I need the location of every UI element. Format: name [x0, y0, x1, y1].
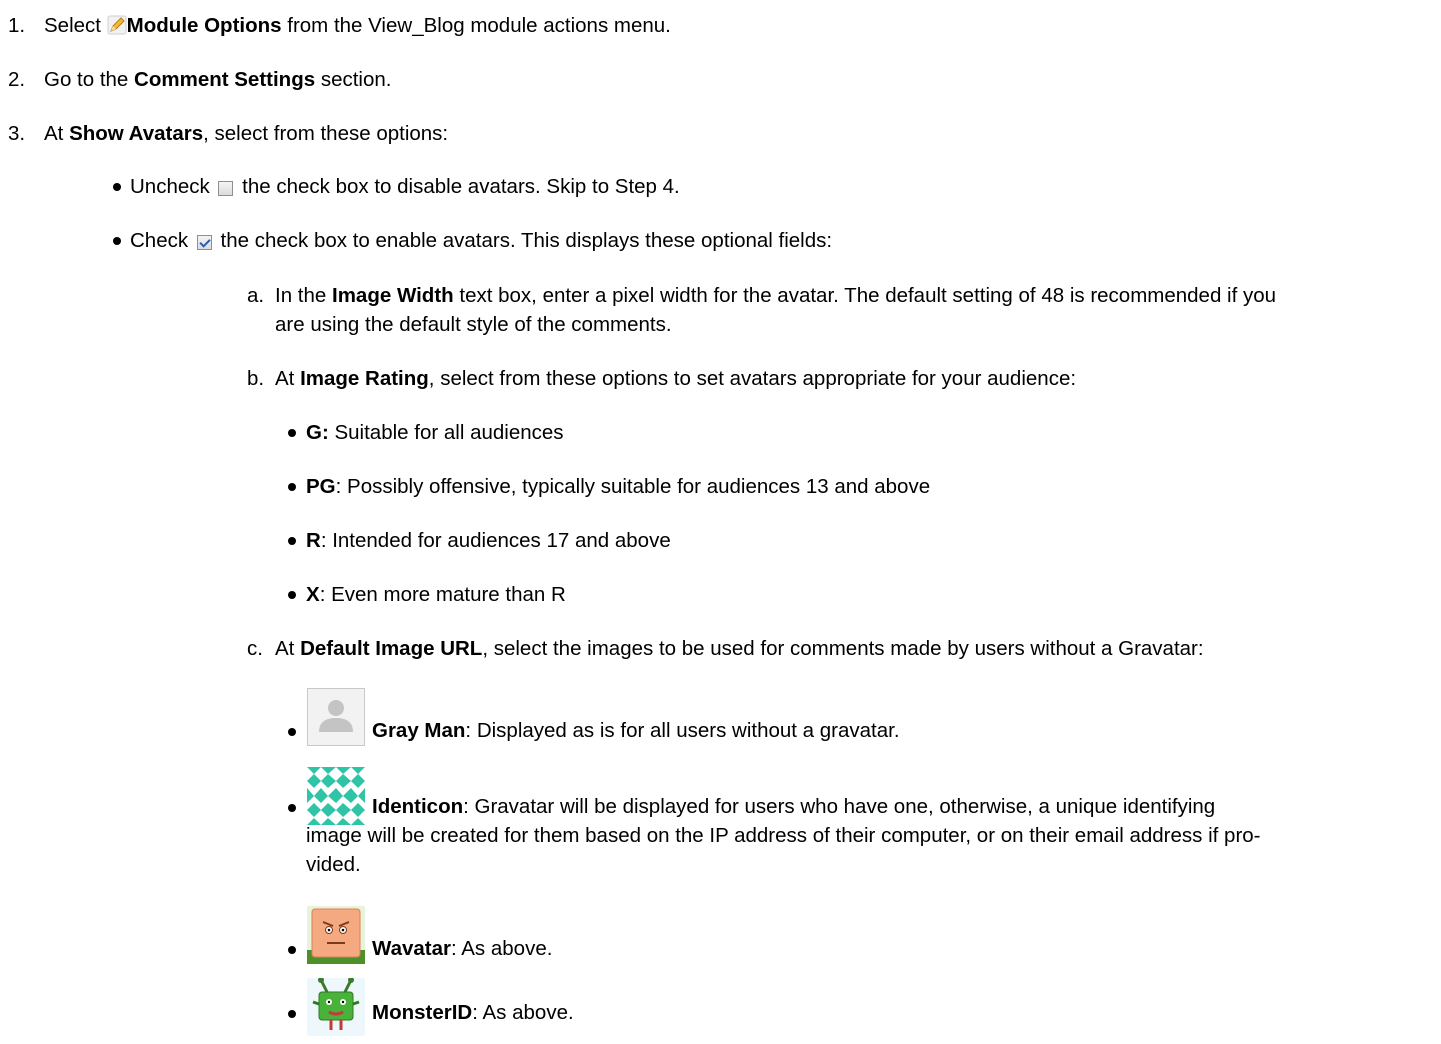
field-image-width-cont: are using the default style of the comme…	[275, 313, 672, 336]
image-label: MonsterID	[372, 1001, 473, 1024]
image-text: : Gravatar will be displayed for users w…	[463, 795, 1216, 818]
field-image-width: In the Image Width text box, enter a pix…	[275, 283, 1276, 310]
image-text: : As above.	[472, 1001, 574, 1024]
section-name: Comment Settings	[134, 68, 316, 91]
sub-step-letter: c.	[247, 637, 263, 660]
image-identicon: Identicon: Gravatar will be displayed fo…	[372, 794, 1215, 821]
step-number: 3.	[8, 122, 26, 145]
field-name: Image Width	[332, 284, 454, 307]
option-text: the check box to enable avatars. This di…	[214, 229, 833, 252]
option-check: Check the check box to enable avatars. T…	[130, 228, 832, 255]
rating-text: : Possibly offensive, typically suitable…	[335, 475, 931, 498]
rating-label: R	[306, 529, 321, 552]
step-3: At Show Avatars, select from these optio…	[44, 121, 448, 148]
checkbox-unchecked-icon	[218, 181, 234, 196]
step-text: Select	[44, 14, 107, 37]
step-number: 1.	[8, 14, 26, 37]
gray-man-avatar-icon	[307, 688, 365, 746]
field-text: In the	[275, 284, 332, 307]
bullet	[113, 237, 121, 245]
step-text: , select from these options:	[203, 122, 449, 145]
field-text: At	[275, 367, 301, 390]
image-monsterid: MonsterID: As above.	[372, 1000, 574, 1027]
rating-text: Suitable for all audiences	[328, 421, 564, 444]
field-text: , select from these options to set avata…	[428, 367, 1077, 390]
image-identicon-cont: vided.	[306, 853, 361, 876]
rating-pg: PG: Possibly offensive, typically suitab…	[306, 474, 930, 501]
bullet	[288, 483, 296, 491]
field-text: text box, enter a pixel width for the av…	[453, 284, 1277, 307]
step-number: 2.	[8, 68, 26, 91]
field-default-image-url: At Default Image URL, select the images …	[275, 636, 1204, 663]
option-text: Uncheck	[130, 175, 216, 198]
checkbox-checked-icon	[196, 235, 212, 250]
menu-item-name: Module Options	[126, 14, 282, 37]
bullet	[288, 946, 296, 954]
sub-step-letter: b.	[247, 367, 265, 390]
step-1: Select Module Options from the View_Blog…	[44, 13, 671, 43]
field-name: Default Image URL	[300, 637, 483, 660]
wavatar-avatar-icon	[307, 906, 365, 964]
rating-label: PG	[306, 475, 336, 498]
bullet	[288, 804, 296, 812]
image-label: Wavatar	[372, 937, 451, 960]
step-text: Go to the	[44, 68, 135, 91]
image-text: : As above.	[451, 937, 553, 960]
image-wavatar: Wavatar: As above.	[372, 936, 552, 963]
option-text: the check box to disable avatars. Skip t…	[236, 175, 680, 198]
field-name: Image Rating	[300, 367, 429, 390]
image-label: Identicon	[372, 795, 464, 818]
rating-x: X: Even more mature than R	[306, 582, 566, 609]
bullet	[288, 1010, 296, 1018]
field-text: , select the images to be used for comme…	[482, 637, 1204, 660]
monsterid-avatar-icon	[307, 977, 365, 1036]
sub-step-letter: a.	[247, 284, 265, 307]
rating-r: R: Intended for audiences 17 and above	[306, 528, 671, 555]
rating-label: X	[306, 583, 320, 606]
pencil-icon	[107, 15, 127, 43]
identicon-avatar-icon	[307, 767, 365, 825]
document-page: 1. Select Module Options from the View_B…	[0, 0, 1441, 1042]
step-text: At	[44, 122, 70, 145]
rating-text: : Intended for audiences 17 and above	[320, 529, 671, 552]
bullet	[288, 591, 296, 599]
option-text: Check	[130, 229, 194, 252]
step-2: Go to the Comment Settings section.	[44, 67, 392, 94]
step-text: from the View_Blog module actions menu.	[281, 14, 671, 37]
rating-text: : Even more mature than R	[319, 583, 566, 606]
bullet	[288, 728, 296, 736]
bullet	[288, 429, 296, 437]
field-text: At	[275, 637, 301, 660]
image-label: Gray Man	[372, 719, 466, 742]
option-uncheck: Uncheck the check box to disable avatars…	[130, 174, 680, 201]
bullet	[113, 183, 121, 191]
rating-g: G: Suitable for all audiences	[306, 420, 564, 447]
image-gray-man: Gray Man: Displayed as is for all users …	[372, 718, 900, 745]
field-image-rating: At Image Rating, select from these optio…	[275, 366, 1076, 393]
setting-name: Show Avatars	[69, 122, 204, 145]
bullet	[288, 537, 296, 545]
image-text: : Displayed as is for all users without …	[465, 719, 900, 742]
rating-label: G:	[306, 421, 329, 444]
step-text: section.	[315, 68, 392, 91]
image-identicon-cont: image will be created for them based on …	[306, 824, 1261, 847]
